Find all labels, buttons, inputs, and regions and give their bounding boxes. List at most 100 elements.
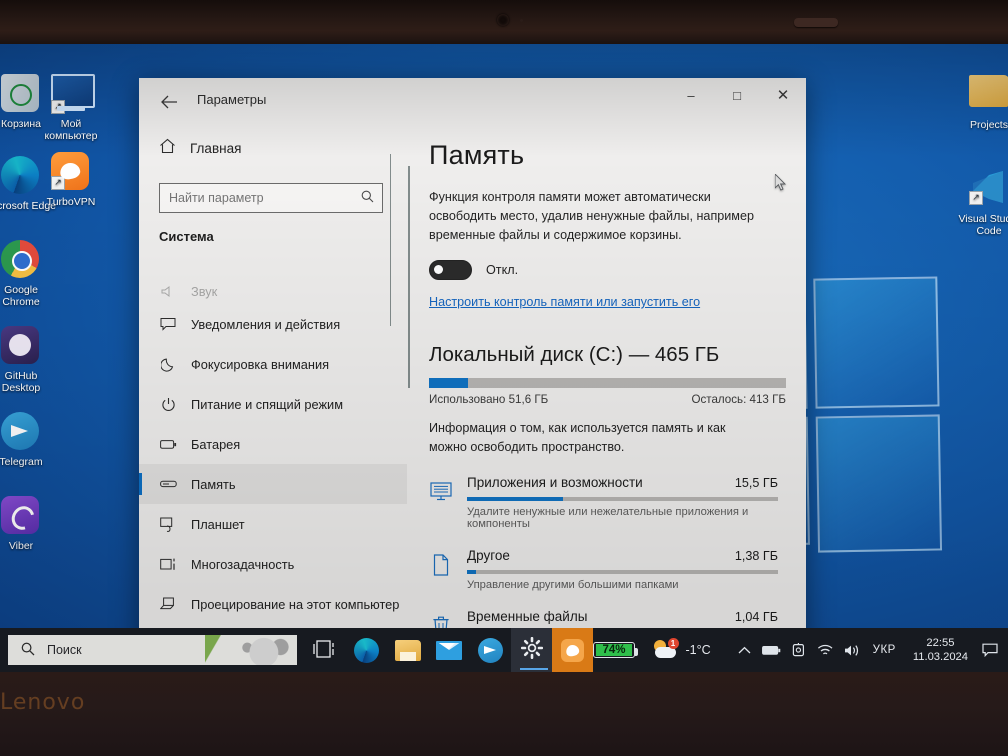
sidebar-item-projecting[interactable]: Проецирование на этот компьютер (139, 584, 407, 624)
desktop-icon-label: TurboVPN (46, 196, 96, 208)
desktop-icon-label: Visual Studio Code (958, 213, 1008, 237)
desktop-icon-turbovpn[interactable]: ↗ TurboVPN (34, 152, 108, 208)
mail-icon (436, 640, 463, 660)
desktop-icon-telegram[interactable]: Telegram (0, 412, 58, 468)
weather-badge: 1 (667, 638, 679, 649)
window-controls: – □ ✕ (668, 78, 806, 112)
battery-tray-icon[interactable] (758, 628, 785, 672)
sidebar-item-label: Фокусировка внимания (191, 356, 330, 372)
sidebar-item-power-sleep[interactable]: Питание и спящий режим (139, 384, 407, 424)
storage-sense-toggle[interactable] (429, 260, 472, 280)
action-center-icon[interactable] (976, 628, 1004, 672)
sidebar-item-home[interactable]: Главная (139, 132, 407, 165)
sidebar-item-tablet[interactable]: Планшет (139, 504, 407, 544)
disk-usage-legend: Использовано 51,6 ГБ Осталось: 413 ГБ (429, 393, 786, 406)
taskbar-file-explorer-button[interactable] (387, 628, 428, 672)
desktop-icon-my-computer[interactable]: ↗ Мой компьютер (34, 70, 108, 142)
task-view-icon (313, 638, 338, 663)
koala-wallpaper-thumbnail (204, 635, 297, 665)
sidebar-scrollbar[interactable] (390, 154, 391, 326)
taskbar-mail-button[interactable] (428, 628, 469, 672)
desktop-icon-label: Google Chrome (2, 284, 40, 308)
disk-usage-bar (429, 378, 786, 388)
screen: Корзина ↗ Мой компьютер Microsoft Edge ↗… (0, 44, 1008, 672)
task-view-button[interactable] (305, 628, 346, 672)
clock[interactable]: 22:55 11.03.2024 (913, 636, 968, 664)
wifi-icon[interactable] (812, 628, 839, 672)
laptop-brand-logo: Lenovo (0, 690, 86, 715)
search-icon (21, 642, 35, 659)
home-icon (159, 138, 176, 159)
projecting-icon (159, 595, 177, 613)
category-name: Временные файлы (467, 609, 588, 624)
system-tray: 74% 1 -1°C УКР 22:55 11.03.2024 (593, 628, 1008, 672)
configure-storage-sense-link[interactable]: Настроить контроль памяти или запустить … (429, 295, 778, 309)
category-bar (467, 570, 778, 574)
desktop-icon-projects[interactable]: Projects (952, 70, 1008, 131)
desktop-icon-label: Telegram (0, 456, 43, 468)
close-button[interactable]: ✕ (760, 78, 806, 112)
sidebar-home-label: Главная (190, 141, 242, 156)
viber-icon (1, 496, 39, 534)
language-indicator[interactable]: УКР (873, 644, 896, 656)
taskbar-telegram-button[interactable] (470, 628, 511, 672)
github-desktop-icon (1, 326, 39, 364)
sidebar-item-label: Планшет (191, 516, 245, 532)
desktop-icon-chrome[interactable]: Google Chrome (0, 240, 58, 308)
tablet-icon (159, 515, 177, 533)
vscode-icon: ↗ (969, 169, 1008, 205)
category-name: Приложения и возможности (467, 475, 643, 490)
sidebar-item-storage[interactable]: Память (139, 464, 407, 504)
disk-used-label: Использовано 51,6 ГБ (429, 393, 549, 406)
sidebar-item-label: Батарея (191, 436, 241, 452)
taskbar-search-placeholder: Поиск (47, 643, 82, 657)
main-scrollbar[interactable] (408, 166, 410, 388)
sidebar-item-battery[interactable]: Батарея (139, 424, 407, 464)
weather-widget[interactable]: 1 -1°C (653, 638, 711, 660)
battery-percent-badge[interactable]: 74% (593, 642, 638, 658)
search-icon (361, 190, 374, 206)
taskbar-settings-button[interactable] (510, 628, 553, 672)
sidebar-item-label: Звук (191, 283, 218, 299)
minimize-button[interactable]: – (668, 78, 714, 112)
chrome-icon (1, 240, 39, 278)
desktop-icon-label: Projects (970, 119, 1008, 131)
gear-icon (520, 636, 543, 663)
maximize-button[interactable]: □ (714, 78, 760, 112)
moon-icon (159, 355, 177, 373)
laptop-photo: Корзина ↗ Мой компьютер Microsoft Edge ↗… (0, 0, 1008, 756)
category-size: 15,5 ГБ (734, 476, 778, 490)
folder-icon (394, 639, 421, 661)
bezel-notch (794, 18, 838, 27)
show-hidden-icons-button[interactable] (731, 628, 758, 672)
window-title-bar: Параметры – □ ✕ (139, 78, 806, 126)
taskbar: Поиск 74% 1 -1°C УКР 22:55 11.03.2024 (0, 628, 1008, 672)
desktop-icon-github-desktop[interactable]: GitHub Desktop (0, 326, 58, 394)
folder-icon (969, 75, 1008, 107)
storage-category-row[interactable]: Приложения и возможности 15,5 ГБ Удалите… (429, 475, 778, 530)
sidebar-item-multitasking[interactable]: Многозадачность (139, 544, 407, 584)
sidebar-item-notifications[interactable]: Уведомления и действия (139, 304, 407, 344)
search-input[interactable] (160, 190, 357, 206)
power-icon (159, 395, 177, 413)
taskbar-edge-button[interactable] (346, 628, 387, 672)
laptop-bezel-bottom (0, 672, 1008, 756)
taskbar-search-box[interactable]: Поиск (8, 635, 297, 665)
desktop-icon-viber[interactable]: Viber (0, 496, 58, 552)
multitasking-icon (159, 555, 177, 573)
disk-free-label: Осталось: 413 ГБ (691, 393, 786, 406)
back-button[interactable] (153, 87, 185, 117)
sidebar-item-sound[interactable]: Звук (139, 278, 407, 304)
storage-category-row[interactable]: Другое 1,38 ГБ Управление другими больши… (429, 548, 778, 591)
volume-icon[interactable] (839, 628, 866, 672)
desktop-icon-vscode[interactable]: ↗ Visual Studio Code (952, 166, 1008, 237)
taskbar-turbovpn-button[interactable] (552, 628, 594, 672)
sidebar-item-focus-assist[interactable]: Фокусировка внимания (139, 344, 407, 384)
search-settings-box[interactable] (159, 183, 383, 213)
battery-percent-label: 74% (596, 644, 632, 656)
mouse-cursor (774, 172, 787, 191)
onedrive-tray-icon[interactable] (785, 628, 812, 672)
storage-icon (159, 475, 177, 493)
sidebar-item-label: Уведомления и действия (191, 316, 341, 332)
clock-time: 22:55 (926, 637, 955, 649)
